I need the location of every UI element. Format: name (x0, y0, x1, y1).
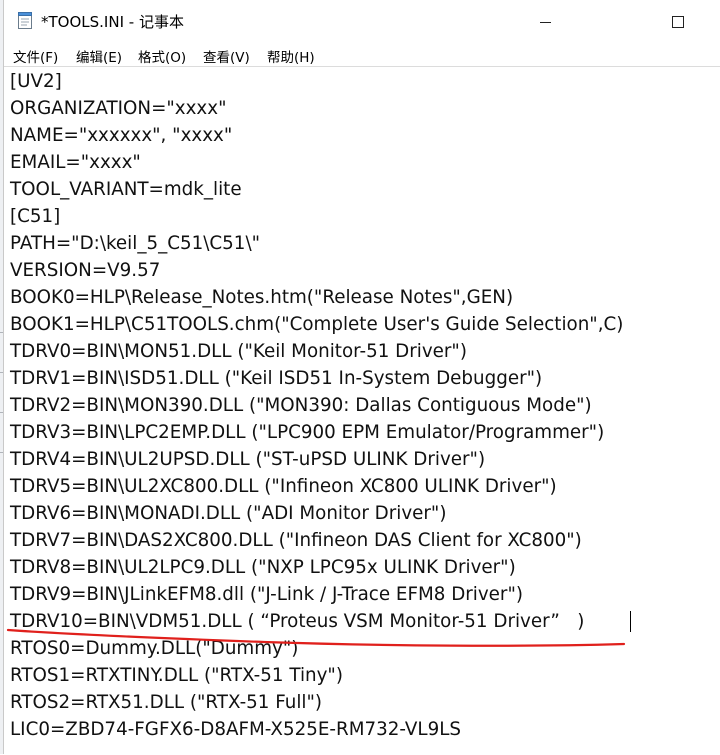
text-line: TDRV0=BIN\MON51.DLL ("Keil Monitor-51 Dr… (10, 341, 467, 362)
title-bar[interactable]: *TOOLS.INI - 记事本 (4, 0, 720, 42)
minimize-button[interactable] (534, 7, 580, 37)
text-line: TDRV7=BIN\DAS2XC800.DLL ("Infineon DAS C… (10, 530, 582, 551)
menu-format[interactable]: 格式(O) (138, 46, 186, 66)
text-line: TDRV3=BIN\LPC2EMP.DLL ("LPC900 EPM Emula… (10, 422, 605, 443)
text-line: TDRV6=BIN\MONADI.DLL ("ADI Monitor Drive… (10, 503, 447, 524)
menu-help[interactable]: 帮助(H) (267, 46, 315, 66)
menu-bar: 文件(F) 编辑(E) 格式(O) 查看(V) 帮助(H) (4, 42, 720, 66)
text-line: RTOS2=RTX51.DLL ("RTX-51 Full") (10, 692, 323, 713)
text-line: TDRV8=BIN\UL2LPC9.DLL ("NXP LPC95x ULINK… (10, 557, 516, 578)
text-line: TDRV4=BIN\UL2UPSD.DLL ("ST-uPSD ULINK Dr… (10, 449, 486, 470)
text-line: EMAIL="xxxx" (10, 152, 141, 173)
text-line: LIC0=ZBD74-FGFX6-D8AFM-X525E-RM732-VL9LS (10, 719, 461, 740)
menu-file[interactable]: 文件(F) (13, 46, 58, 66)
window-title: *TOOLS.INI - 记事本 (41, 13, 184, 31)
text-line: TDRV2=BIN\MON390.DLL ("MON390: Dallas Co… (10, 395, 592, 416)
menu-edit[interactable]: 编辑(E) (76, 46, 122, 66)
minimize-icon (540, 21, 551, 23)
text-line: TOOL_VARIANT=mdk_lite (10, 179, 242, 200)
text-line: RTOS1=RTXTINY.DLL ("RTX-51 Tiny") (10, 665, 343, 686)
maximize-button[interactable] (655, 7, 701, 37)
text-line: TDRV1=BIN\ISD51.DLL ("Keil ISD51 In-Syst… (10, 368, 543, 389)
text-line: NAME="xxxxxx", "xxxx" (10, 125, 233, 146)
menu-view[interactable]: 查看(V) (203, 46, 250, 66)
red-underline-annotation (6, 628, 626, 647)
text-line: ORGANIZATION="xxxx" (10, 98, 227, 119)
text-line: TDRV5=BIN\UL2XC800.DLL ("Infineon XC800 … (10, 476, 557, 497)
text-line: [UV2] (10, 71, 62, 92)
text-line: BOOK1=HLP\C51TOOLS.chm("Complete User's … (10, 314, 624, 335)
text-line: VERSION=V9.57 (10, 260, 161, 281)
notepad-icon (18, 12, 32, 29)
text-line: PATH="D:\keil_5_C51\C51\" (10, 233, 261, 254)
maximize-icon (672, 16, 684, 28)
text-line: [C51] (10, 206, 61, 227)
notepad-window: *TOOLS.INI - 记事本 文件(F) 编辑(E) 格式(O) 查看(V)… (3, 0, 720, 754)
text-line: BOOK0=HLP\Release_Notes.htm("Release Not… (10, 287, 514, 308)
